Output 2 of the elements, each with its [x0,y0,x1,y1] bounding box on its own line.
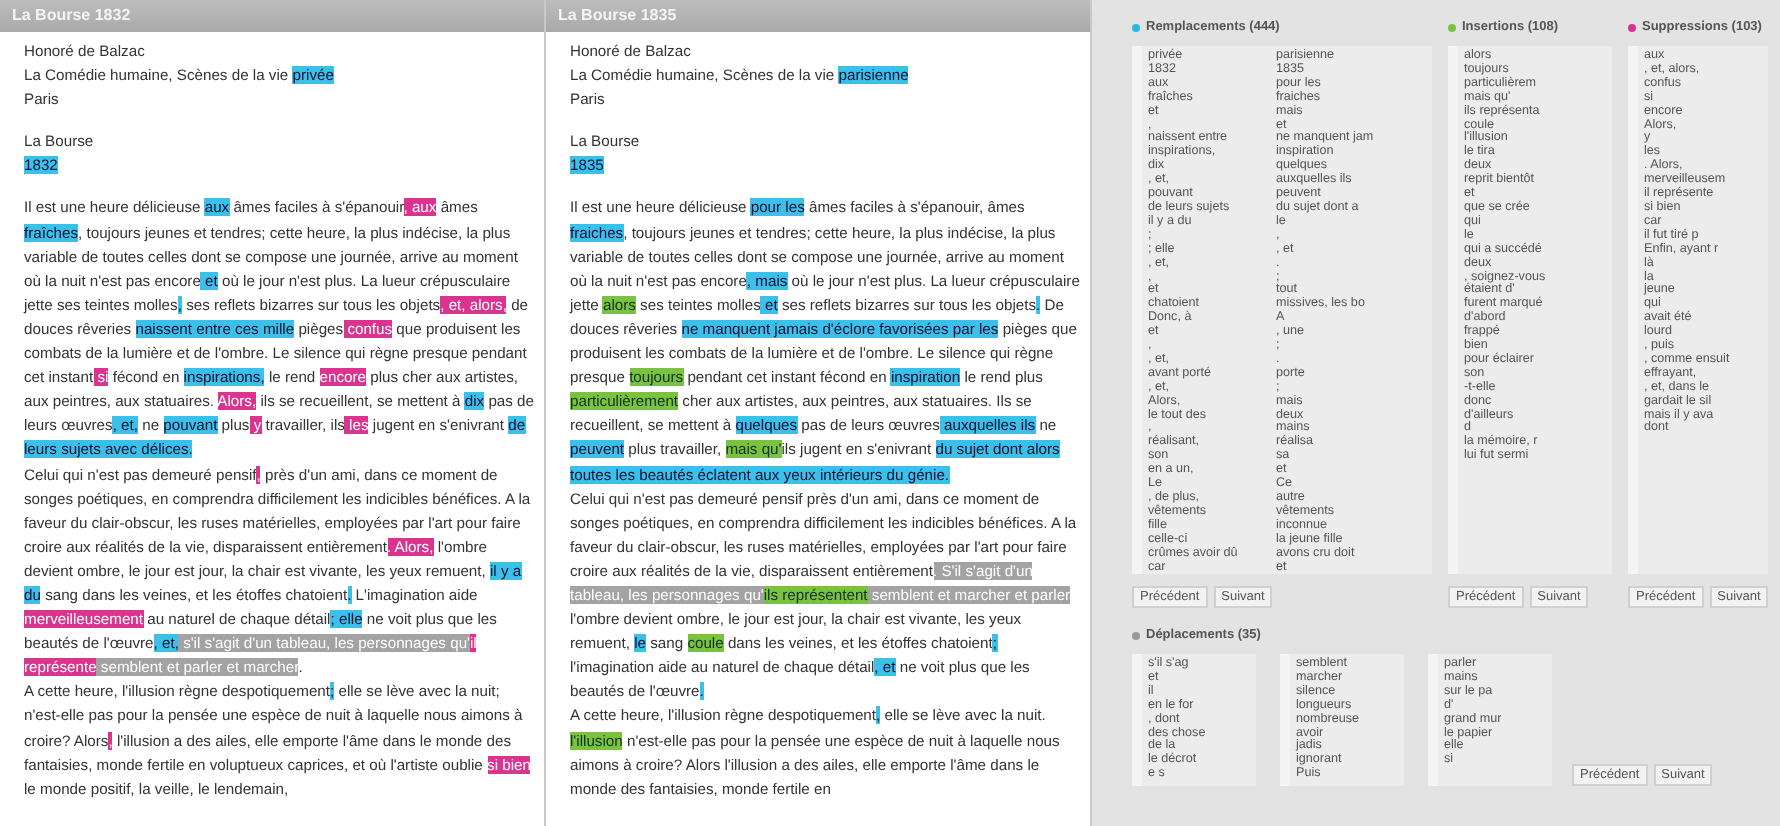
panel-title: La Bourse 1832 [0,0,544,32]
panel-title: La Bourse 1835 [546,0,1090,32]
